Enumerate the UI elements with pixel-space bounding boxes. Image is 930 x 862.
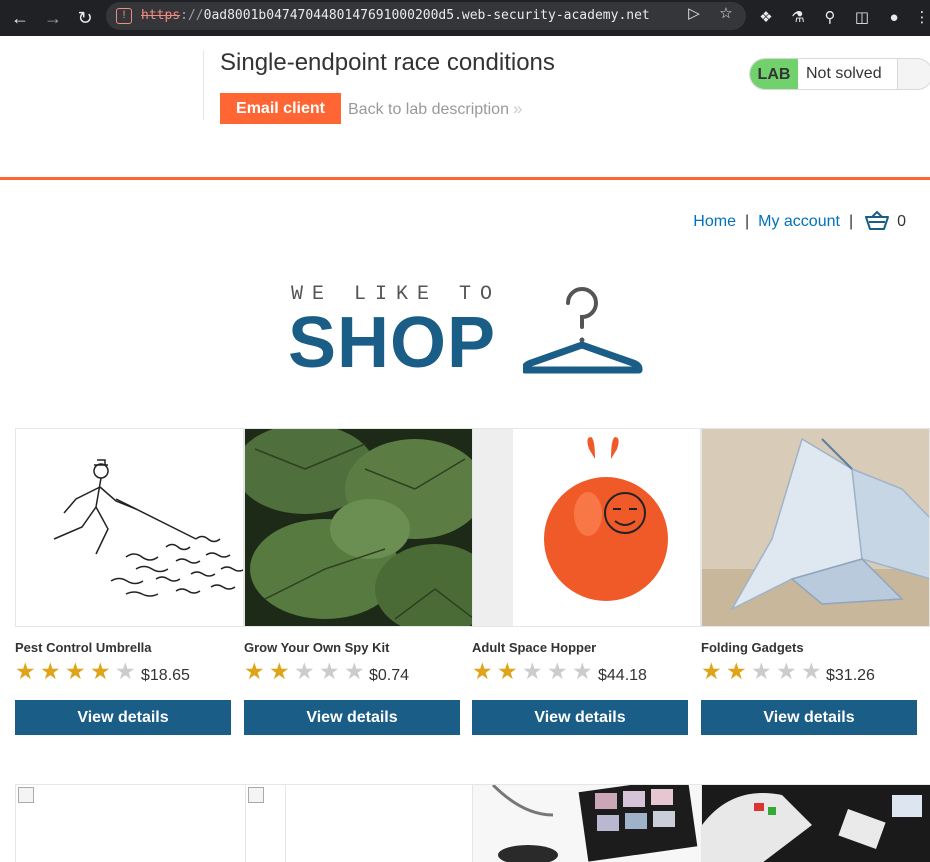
product-name[interactable]: Pest Control Umbrella (15, 640, 152, 655)
folded-banknote-image (702, 429, 929, 626)
side-panel-icon[interactable]: ◫ (850, 6, 874, 30)
star-empty-icon: ★ (547, 658, 568, 684)
cart-count[interactable]: 0 (897, 213, 906, 230)
space-hopper-image (473, 429, 700, 626)
nav-separator: | (744, 213, 750, 230)
star-empty-icon: ★ (319, 658, 340, 684)
view-details-button[interactable]: View details (244, 700, 460, 735)
product-price: $44.18 (598, 667, 647, 684)
image-divider (285, 785, 286, 862)
broken-image-icon (18, 787, 34, 803)
star-icon[interactable]: ☆ (714, 2, 738, 26)
cart-icon[interactable] (865, 210, 890, 236)
lab-header: Single-endpoint race conditions Email cl… (0, 36, 930, 180)
product-image[interactable] (701, 784, 930, 862)
shop-logo-word: SHOP (288, 303, 497, 383)
product-price: $0.74 (369, 667, 410, 684)
view-details-button[interactable]: View details (15, 700, 231, 735)
shop-nav: Home | My account | 0 (693, 210, 906, 236)
lab-status-text: Not solved (798, 59, 898, 89)
url-host: 0ad8001b0474704480147691000200d5.web-sec… (203, 8, 650, 23)
product-image[interactable] (15, 428, 244, 627)
star-empty-icon: ★ (344, 658, 365, 684)
product-image[interactable] (472, 784, 701, 862)
product-name[interactable]: Adult Space Hopper (472, 640, 596, 655)
reload-icon[interactable]: ↻ (73, 6, 97, 30)
nav-my-account-link[interactable]: My account (758, 213, 840, 230)
lab-status-widget: LAB Not solved (749, 58, 930, 90)
umbrella-sketch-image (16, 429, 243, 626)
browser-toolbar: ← → ↻ ! https://0ad8001b0474704480147691… (0, 0, 930, 36)
product-image[interactable] (244, 428, 473, 627)
search-icon[interactable]: ⚲ (818, 6, 842, 30)
star-empty-icon: ★ (801, 658, 822, 684)
product-rating: ★ ★ ★ ★ ★ (244, 658, 369, 684)
product-rating: ★ ★ ★ ★ ★ (472, 658, 597, 684)
makeup-palette-image (473, 785, 701, 862)
email-client-button[interactable]: Email client (220, 93, 341, 124)
product-image[interactable] (245, 784, 473, 862)
shop-logo: WE LIKE TO SHOP (288, 283, 643, 383)
star-empty-icon: ★ (776, 658, 797, 684)
gadget-image (702, 785, 930, 862)
star-empty-icon: ★ (751, 658, 772, 684)
profile-icon[interactable]: ● (882, 6, 906, 30)
lab-title: Single-endpoint race conditions (220, 49, 555, 76)
header-divider (203, 50, 204, 120)
star-filled-icon: ★ (244, 658, 265, 684)
product-price: $31.26 (826, 667, 875, 684)
product-price: $18.65 (141, 667, 190, 684)
star-filled-icon: ★ (90, 658, 111, 684)
nav-separator: | (848, 213, 854, 230)
leaves-image (245, 429, 472, 626)
star-filled-icon: ★ (15, 658, 36, 684)
academy-logo-area (0, 36, 204, 136)
star-empty-icon: ★ (115, 658, 136, 684)
url-text[interactable]: https://0ad8001b0474704480147691000200d5… (141, 8, 650, 23)
view-details-button[interactable]: View details (472, 700, 688, 735)
star-empty-icon: ★ (522, 658, 543, 684)
star-empty-icon: ★ (294, 658, 315, 684)
broken-image-icon (248, 787, 264, 803)
back-to-lab-description-link[interactable]: Back to lab description» (348, 99, 522, 119)
arrow-left-icon[interactable]: ← (8, 6, 32, 30)
star-filled-icon: ★ (65, 658, 86, 684)
star-filled-icon: ★ (726, 658, 747, 684)
lab-badge: LAB (750, 59, 798, 89)
star-filled-icon: ★ (40, 658, 61, 684)
product-image[interactable] (701, 428, 930, 627)
star-filled-icon: ★ (497, 658, 518, 684)
nav-home-link[interactable]: Home (693, 213, 736, 230)
product-image[interactable] (472, 428, 701, 627)
back-link-label: Back to lab description (348, 101, 509, 118)
star-filled-icon: ★ (472, 658, 493, 684)
url-separator: :// (180, 8, 204, 23)
product-name[interactable]: Folding Gadgets (701, 640, 804, 655)
kebab-menu-icon[interactable]: ⋮ (914, 6, 930, 30)
chevron-right-icon: » (512, 99, 523, 118)
star-filled-icon: ★ (701, 658, 722, 684)
puzzle-icon[interactable]: ❖ (754, 6, 778, 30)
not-secure-icon[interactable]: ! (116, 8, 132, 24)
product-rating: ★ ★ ★ ★ ★ (15, 658, 140, 684)
star-filled-icon: ★ (269, 658, 290, 684)
product-rating: ★ ★ ★ ★ ★ (701, 658, 826, 684)
star-empty-icon: ★ (572, 658, 593, 684)
send-tab-icon[interactable]: ▷ (682, 2, 706, 26)
hanger-icon (523, 287, 643, 374)
view-details-button[interactable]: View details (701, 700, 917, 735)
product-name[interactable]: Grow Your Own Spy Kit (244, 640, 389, 655)
product-image[interactable] (15, 784, 245, 862)
address-bar[interactable]: ! https://0ad8001b0474704480147691000200… (106, 2, 746, 30)
arrow-right-icon[interactable]: → (41, 6, 65, 30)
url-scheme: https (141, 8, 181, 23)
flask-icon[interactable]: ⚗ (786, 6, 810, 30)
